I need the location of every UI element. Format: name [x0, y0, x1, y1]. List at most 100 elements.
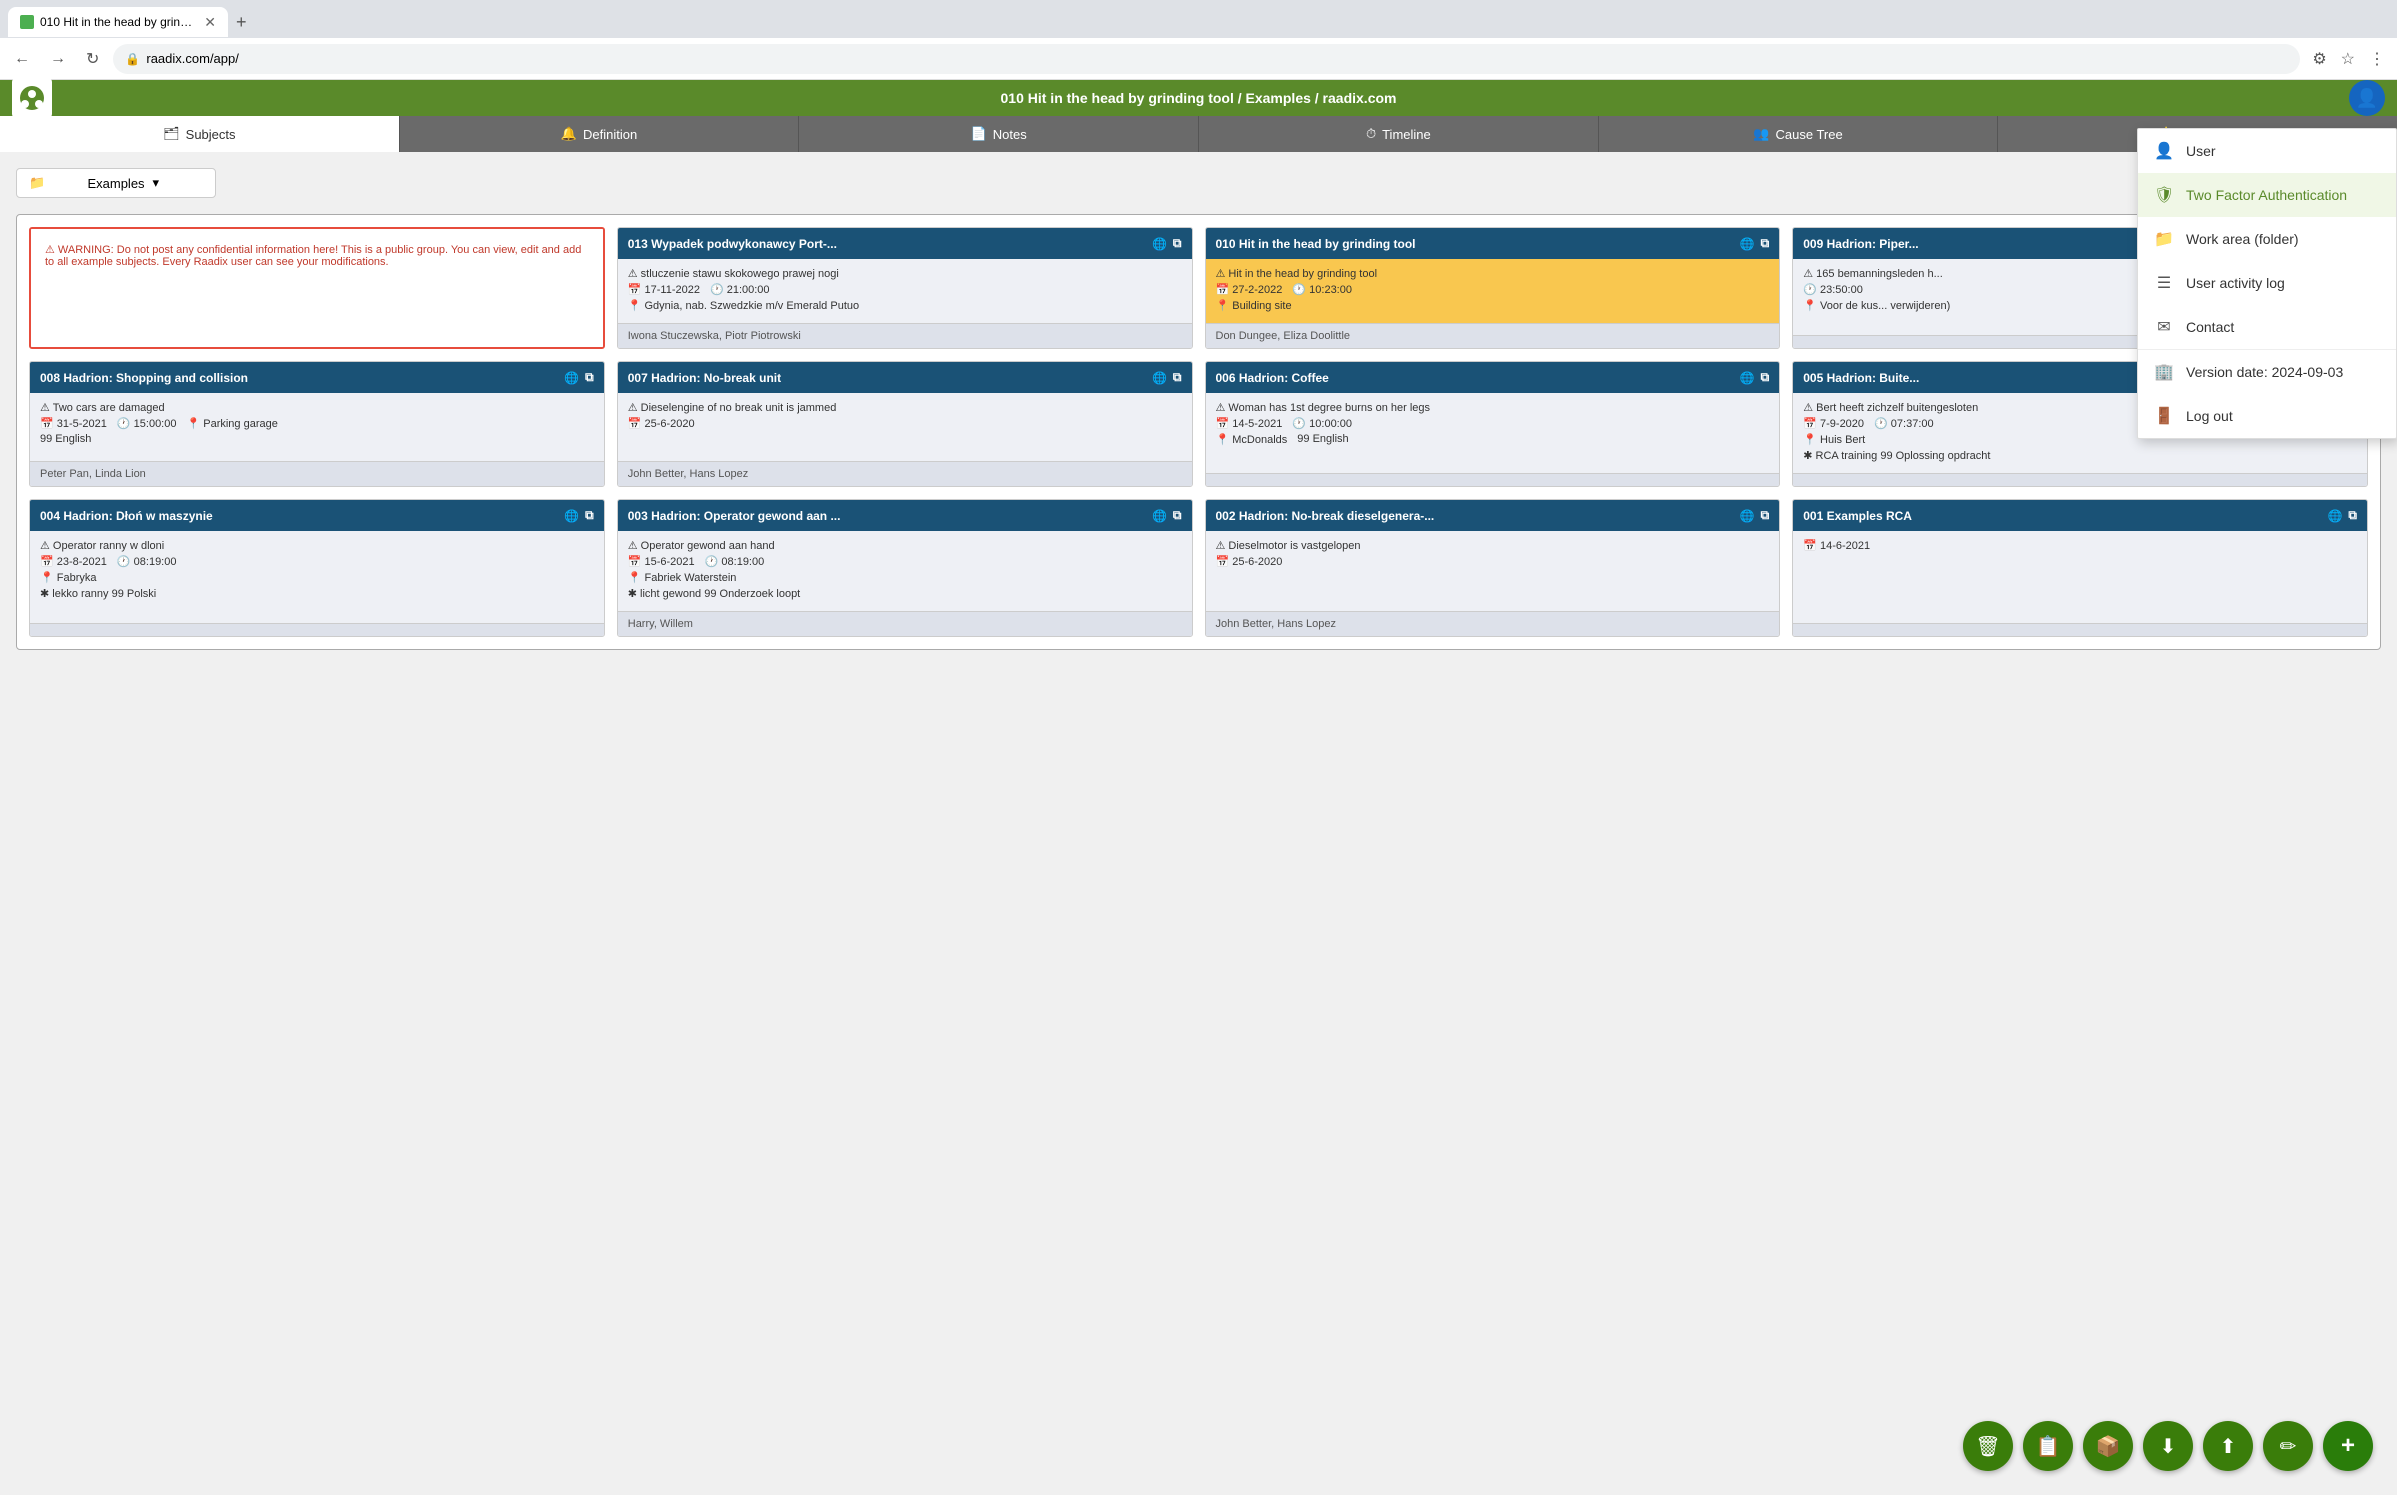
card-006[interactable]: 006 Hadrion: Coffee 🌐 ⧉ ⚠ Woman has 1st … — [1205, 361, 1781, 487]
menu-item-two-factor[interactable]: 🛡 Two Factor Authentication — [2138, 173, 2396, 217]
card-002-icons: 🌐 ⧉ — [1740, 508, 1770, 523]
card-001-title: 001 Examples RCA — [1803, 509, 2327, 523]
card-008-icons: 🌐 ⧉ — [564, 370, 594, 385]
warning-icon: ⚠ — [45, 244, 58, 256]
tab-favicon — [20, 15, 34, 29]
avatar-icon: 👤 — [2356, 88, 2378, 109]
active-tab[interactable]: 010 Hit in the head by grinding ✕ — [8, 7, 228, 37]
card-013-date: 📅 17-11-2022 🕐 21:00:00 — [628, 283, 1182, 296]
warning-card: ⚠ WARNING: Do not post any confidential … — [29, 227, 605, 349]
lock-icon: 🔒 — [125, 52, 140, 66]
browser-chrome: 010 Hit in the head by grinding ✕ + ← → … — [0, 0, 2397, 80]
card-003[interactable]: 003 Hadrion: Operator gewond aan ... 🌐 ⧉… — [617, 499, 1193, 637]
new-tab-button[interactable]: + — [228, 10, 255, 35]
chevron-down-icon: ▾ — [153, 175, 203, 191]
examples-selector[interactable]: 📁 Examples ▾ — [16, 168, 216, 198]
folder-icon: 📁 — [29, 175, 79, 191]
card-004-title: 004 Hadrion: Dłoń w maszynie — [40, 509, 564, 523]
folder-icon: 📁 — [2154, 229, 2174, 249]
main-content: 📁 Examples ▾ ⚠ WARNING: Do not post any … — [0, 152, 2397, 752]
card-004[interactable]: 004 Hadrion: Dłoń w maszynie 🌐 ⧉ ⚠ Opera… — [29, 499, 605, 637]
globe-icon: 🌐 — [2327, 509, 2342, 523]
delete-button[interactable]: 🗑 — [1963, 1421, 2013, 1471]
card-013-title: 013 Wypadek podwykonawcy Port-... — [628, 237, 1152, 251]
card-010-footer: Don Dungee, Eliza Doolittle — [1206, 323, 1780, 348]
card-003-title: 003 Hadrion: Operator gewond aan ... — [628, 509, 1152, 523]
card-002[interactable]: 002 Hadrion: No-break dieselgenera-... 🌐… — [1205, 499, 1781, 637]
user-avatar-button[interactable]: 👤 — [2349, 80, 2385, 116]
card-008-title: 008 Hadrion: Shopping and collision — [40, 371, 564, 385]
card-005-footer — [1793, 473, 2367, 486]
tab-definition[interactable]: 🔔 Definition — [400, 116, 800, 152]
copy-icon: ⧉ — [2348, 508, 2357, 523]
back-button[interactable]: ← — [8, 46, 36, 72]
tab-close-button[interactable]: ✕ — [204, 14, 216, 31]
header-title: 010 Hit in the head by grinding tool / E… — [1001, 90, 1397, 106]
card-008[interactable]: 008 Hadrion: Shopping and collision 🌐 ⧉ … — [29, 361, 605, 487]
menu-item-logout[interactable]: 🚪 Log out — [2138, 394, 2396, 438]
card-010-detail1: ⚠ Hit in the head by grinding tool — [1216, 267, 1770, 280]
card-006-icons: 🌐 ⧉ — [1740, 370, 1770, 385]
card-003-header: 003 Hadrion: Operator gewond aan ... 🌐 ⧉ — [618, 500, 1192, 531]
copy-icon: ⧉ — [1173, 508, 1182, 523]
upload-button[interactable]: ⬆ — [2203, 1421, 2253, 1471]
archive-button[interactable]: 📦 — [2083, 1421, 2133, 1471]
menu-item-contact[interactable]: ✉ Contact — [2138, 305, 2396, 349]
card-013[interactable]: 013 Wypadek podwykonawcy Port-... 🌐 ⧉ ⚠ … — [617, 227, 1193, 349]
tab-notes[interactable]: 📄 Notes — [799, 116, 1199, 152]
card-010-body: ⚠ Hit in the head by grinding tool 📅 27-… — [1206, 259, 1780, 323]
url-input[interactable] — [146, 51, 2288, 66]
card-010[interactable]: 010 Hit in the head by grinding tool 🌐 ⧉… — [1205, 227, 1781, 349]
card-006-footer — [1206, 473, 1780, 486]
address-bar[interactable]: 🔒 — [113, 44, 2300, 74]
tab-timeline[interactable]: ⏱ Timeline — [1199, 116, 1599, 152]
app-logo — [12, 78, 52, 118]
envelope-icon: ✉ — [2154, 317, 2174, 337]
refresh-button[interactable]: ↻ — [80, 45, 105, 73]
edit-button[interactable]: ✏ — [2263, 1421, 2313, 1471]
app-logo-icon — [18, 84, 46, 112]
person-icon: 👤 — [2154, 141, 2174, 161]
card-008-footer: Peter Pan, Linda Lion — [30, 461, 604, 486]
copy-icon: ⧉ — [1761, 236, 1770, 251]
card-002-title: 002 Hadrion: No-break dieselgenera-... — [1216, 509, 1740, 523]
bookmark-button[interactable]: ☆ — [2337, 45, 2359, 73]
forward-button[interactable]: → — [44, 46, 72, 72]
warning-card-body: ⚠ WARNING: Do not post any confidential … — [31, 229, 603, 347]
copy-icon: ⧉ — [1761, 370, 1770, 385]
browser-controls: ← → ↻ 🔒 ⚙ ☆ ⋮ — [0, 38, 2397, 80]
extensions-button[interactable]: ⚙ — [2308, 45, 2330, 73]
tab-cause-tree[interactable]: 👥 Cause Tree — [1599, 116, 1999, 152]
globe-icon: 🌐 — [1152, 237, 1167, 251]
download-button[interactable]: ⬇ — [2143, 1421, 2193, 1471]
tab-subjects[interactable]: 🗂 Subjects — [0, 116, 400, 152]
card-003-icons: 🌐 ⧉ — [1152, 508, 1182, 523]
card-007-title: 007 Hadrion: No-break unit — [628, 371, 1152, 385]
card-006-header: 006 Hadrion: Coffee 🌐 ⧉ — [1206, 362, 1780, 393]
card-004-body: ⚠ Operator ranny w dloni 📅 23-8-2021 🕐 0… — [30, 531, 604, 623]
card-001-icons: 🌐 ⧉ — [2327, 508, 2357, 523]
card-013-footer: Iwona Stuczewska, Piotr Piotrowski — [618, 323, 1192, 348]
globe-icon: 🌐 — [1152, 371, 1167, 385]
menu-item-version: 🏢 Version date: 2024-09-03 — [2138, 350, 2396, 394]
card-008-header: 008 Hadrion: Shopping and collision 🌐 ⧉ — [30, 362, 604, 393]
add-button[interactable]: + — [2323, 1421, 2373, 1471]
copy-button[interactable]: 📋 — [2023, 1421, 2073, 1471]
shield-icon: 🛡 — [2154, 185, 2174, 205]
tab-bar: 010 Hit in the head by grinding ✕ + — [0, 0, 2397, 38]
menu-item-user[interactable]: 👤 User — [2138, 129, 2396, 173]
app-header: 010 Hit in the head by grinding tool / E… — [0, 80, 2397, 116]
card-001[interactable]: 001 Examples RCA 🌐 ⧉ 📅 14-6-2021 — [1792, 499, 2368, 637]
globe-icon: 🌐 — [1740, 371, 1755, 385]
card-004-icons: 🌐 ⧉ — [564, 508, 594, 523]
card-004-footer — [30, 623, 604, 636]
globe-icon: 🌐 — [1152, 509, 1167, 523]
menu-button[interactable]: ⋮ — [2365, 45, 2389, 73]
menu-item-work-area[interactable]: 📁 Work area (folder) — [2138, 217, 2396, 261]
card-007[interactable]: 007 Hadrion: No-break unit 🌐 ⧉ ⚠ Diesele… — [617, 361, 1193, 487]
card-013-body: ⚠ stluczenie stawu skokowego prawej nogi… — [618, 259, 1192, 323]
card-002-body: ⚠ Dieselmotor is vastgelopen 📅 25-6-2020 — [1206, 531, 1780, 611]
notes-icon: 📄 — [971, 126, 987, 142]
menu-item-user-activity[interactable]: ☰ User activity log — [2138, 261, 2396, 305]
list-icon: ☰ — [2154, 273, 2174, 293]
